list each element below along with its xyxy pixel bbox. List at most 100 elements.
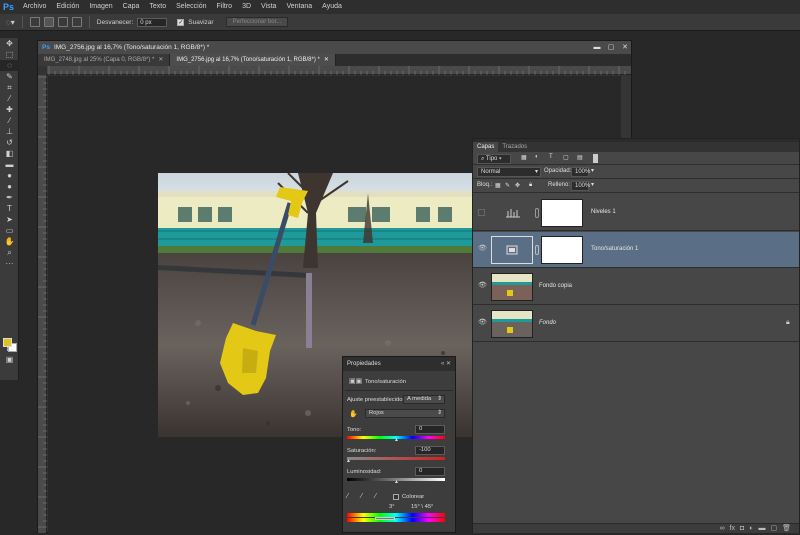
tab-capas[interactable]: Capas xyxy=(473,142,499,152)
screen-mode-icon[interactable]: ▣ xyxy=(0,354,19,365)
properties-header[interactable]: Propiedades xyxy=(343,357,455,371)
new-layer-icon[interactable]: ▢ xyxy=(770,524,777,533)
tab-close-icon[interactable]: ✕ xyxy=(158,57,163,63)
panel-collapse-icon[interactable]: « ✕ xyxy=(441,357,451,371)
saturation-slider-handle[interactable]: ▲ xyxy=(346,458,351,464)
menu-texto[interactable]: Texto xyxy=(144,0,171,14)
menu-imagen[interactable]: Imagen xyxy=(84,0,117,14)
fill-dropdown-icon[interactable]: ▾ xyxy=(591,181,594,188)
layer-niveles-1[interactable]: Niveles 1 xyxy=(473,195,799,231)
layer-fondo-copia[interactable]: 👁︎ Fondo copia xyxy=(473,269,799,305)
brush-tool-icon[interactable]: ∕ xyxy=(0,115,19,126)
opacity-dropdown-icon[interactable]: ▾ xyxy=(591,167,594,174)
crop-tool-icon[interactable]: ⌗ xyxy=(0,82,19,93)
visibility-toggle-icon[interactable] xyxy=(478,209,485,216)
filter-toggle-icon[interactable] xyxy=(593,154,598,163)
lock-all-icon[interactable]: 🔒︎ xyxy=(529,182,532,189)
path-select-tool-icon[interactable]: ➤ xyxy=(0,214,19,225)
saturation-input[interactable]: -100 xyxy=(415,446,445,455)
marquee-tool-icon[interactable]: ⬚ xyxy=(0,49,19,60)
eyedropper-plus-icon[interactable]: ⁄ xyxy=(361,493,362,500)
menu-3d[interactable]: 3D xyxy=(237,0,256,14)
tab-trazados[interactable]: Trazados xyxy=(498,142,531,152)
foreground-color-swatch[interactable] xyxy=(3,338,12,347)
type-tool-icon[interactable]: T xyxy=(0,203,19,214)
chain-link-icon[interactable] xyxy=(535,245,539,255)
opacity-input[interactable]: 100% xyxy=(571,167,590,177)
zoom-tool-icon[interactable]: ⌕ xyxy=(0,247,19,258)
dodge-tool-icon[interactable]: ● xyxy=(0,181,19,192)
blur-tool-icon[interactable]: ● xyxy=(0,170,19,181)
eyedropper-icon[interactable]: ⁄ xyxy=(347,493,348,500)
menu-ayuda[interactable]: Ayuda xyxy=(317,0,347,14)
shape-tool-icon[interactable]: ▭ xyxy=(0,225,19,236)
menu-vista[interactable]: Vista xyxy=(256,0,281,14)
visibility-eye-icon[interactable]: 👁︎ xyxy=(478,282,487,289)
colorize-checkbox[interactable] xyxy=(393,494,399,500)
delete-layer-icon[interactable]: 🗑︎ xyxy=(782,524,791,533)
lock-pixels-icon[interactable]: ✎ xyxy=(505,182,510,189)
fill-input[interactable]: 100% xyxy=(571,181,590,191)
layer-style-icon[interactable]: fx xyxy=(730,524,735,533)
channel-select[interactable]: Rojos ⇕ xyxy=(365,409,445,418)
adjustment-layer-icon[interactable]: ◐ xyxy=(749,524,753,533)
filter-shape-icon[interactable]: ▢ xyxy=(563,154,569,161)
blend-mode-select[interactable]: Normal ▾ xyxy=(477,167,541,177)
hand-tool-icon[interactable]: ✋ xyxy=(0,236,19,247)
smooth-checkbox[interactable]: ✓ xyxy=(177,18,185,26)
refine-edge-button[interactable]: Perfeccionar bor... xyxy=(225,17,289,27)
menu-filtro[interactable]: Filtro xyxy=(212,0,238,14)
vertical-ruler[interactable] xyxy=(38,75,47,533)
eraser-tool-icon[interactable]: ◧ xyxy=(0,148,19,159)
tab-img-2748[interactable]: IMG_2748.jpg al 25% (Capa 0, RGB/8*) * ✕ xyxy=(38,54,171,66)
add-mask-icon[interactable]: ◘ xyxy=(740,524,744,533)
range-slider[interactable] xyxy=(375,517,395,520)
lightness-input[interactable]: 0 xyxy=(415,467,445,476)
eyedropper-tool-icon[interactable]: ⁄ xyxy=(0,93,19,104)
layer-fondo[interactable]: 👁︎ Fondo 🔒︎ xyxy=(473,306,799,342)
tab-close-icon[interactable]: ✕ xyxy=(324,57,329,63)
chain-link-icon[interactable] xyxy=(535,208,539,218)
filter-pixel-icon[interactable]: ▦ xyxy=(521,154,527,161)
gradient-tool-icon[interactable]: ▬ xyxy=(0,159,19,170)
lightness-slider-handle[interactable]: ▲ xyxy=(394,479,399,485)
new-selection-icon[interactable] xyxy=(29,17,40,27)
hue-input[interactable]: 0 xyxy=(415,425,445,434)
lasso-tool-icon[interactable]: ◌ xyxy=(0,60,19,71)
close-icon[interactable]: ✕ xyxy=(619,43,631,53)
maximize-icon[interactable]: ▢ xyxy=(605,43,617,53)
lock-position-icon[interactable]: ✥ xyxy=(515,182,520,189)
document-titlebar[interactable]: Ps IMG_2756.jpg al 16,7% (Tono/saturació… xyxy=(38,41,631,54)
layer-mask-thumbnail[interactable] xyxy=(541,236,583,264)
filter-type-icon[interactable]: T xyxy=(549,154,553,160)
add-selection-icon[interactable] xyxy=(43,17,54,27)
hue-slider-handle[interactable]: ▲ xyxy=(394,437,399,443)
quick-select-tool-icon[interactable]: ✎ xyxy=(0,71,19,82)
kind-filter-select[interactable]: ⌕ Tipo ▾ xyxy=(477,154,511,164)
preset-select[interactable]: A medida ⇕ xyxy=(403,395,445,404)
visibility-eye-icon[interactable]: 👁︎ xyxy=(478,245,487,252)
link-layers-icon[interactable]: ∞ xyxy=(720,524,725,533)
more-tools-icon[interactable]: ··· xyxy=(0,258,19,269)
subtract-selection-icon[interactable] xyxy=(57,17,68,27)
saturation-slider-track[interactable] xyxy=(347,457,445,460)
lock-transparency-icon[interactable]: ▦ xyxy=(495,182,501,189)
history-brush-tool-icon[interactable]: ↺ xyxy=(0,137,19,148)
pen-tool-icon[interactable]: ✒ xyxy=(0,192,19,203)
feather-input[interactable]: 0 px xyxy=(137,17,168,27)
visibility-eye-icon[interactable]: 👁︎ xyxy=(478,319,487,326)
minimize-icon[interactable]: ▬ xyxy=(591,43,603,53)
new-group-icon[interactable]: ▬ xyxy=(758,524,765,533)
healing-tool-icon[interactable]: ✚ xyxy=(0,104,19,115)
horizontal-ruler[interactable] xyxy=(47,66,631,75)
stamp-tool-icon[interactable]: ⊥ xyxy=(0,126,19,137)
layer-mask-thumbnail[interactable] xyxy=(541,199,583,227)
move-tool-icon[interactable]: ✥ xyxy=(0,38,19,49)
targeted-adjustment-hand-icon[interactable]: ✋ xyxy=(349,410,358,418)
menu-edicion[interactable]: Edición xyxy=(51,0,84,14)
layer-tono-saturacion-1[interactable]: 👁︎ Tono/saturación 1 xyxy=(473,232,799,268)
menu-capa[interactable]: Capa xyxy=(118,0,145,14)
menu-ventana[interactable]: Ventana xyxy=(281,0,317,14)
filter-adjustment-icon[interactable]: ◐ xyxy=(535,154,539,160)
lasso-preset-icon[interactable]: ◌▾ xyxy=(6,18,15,27)
